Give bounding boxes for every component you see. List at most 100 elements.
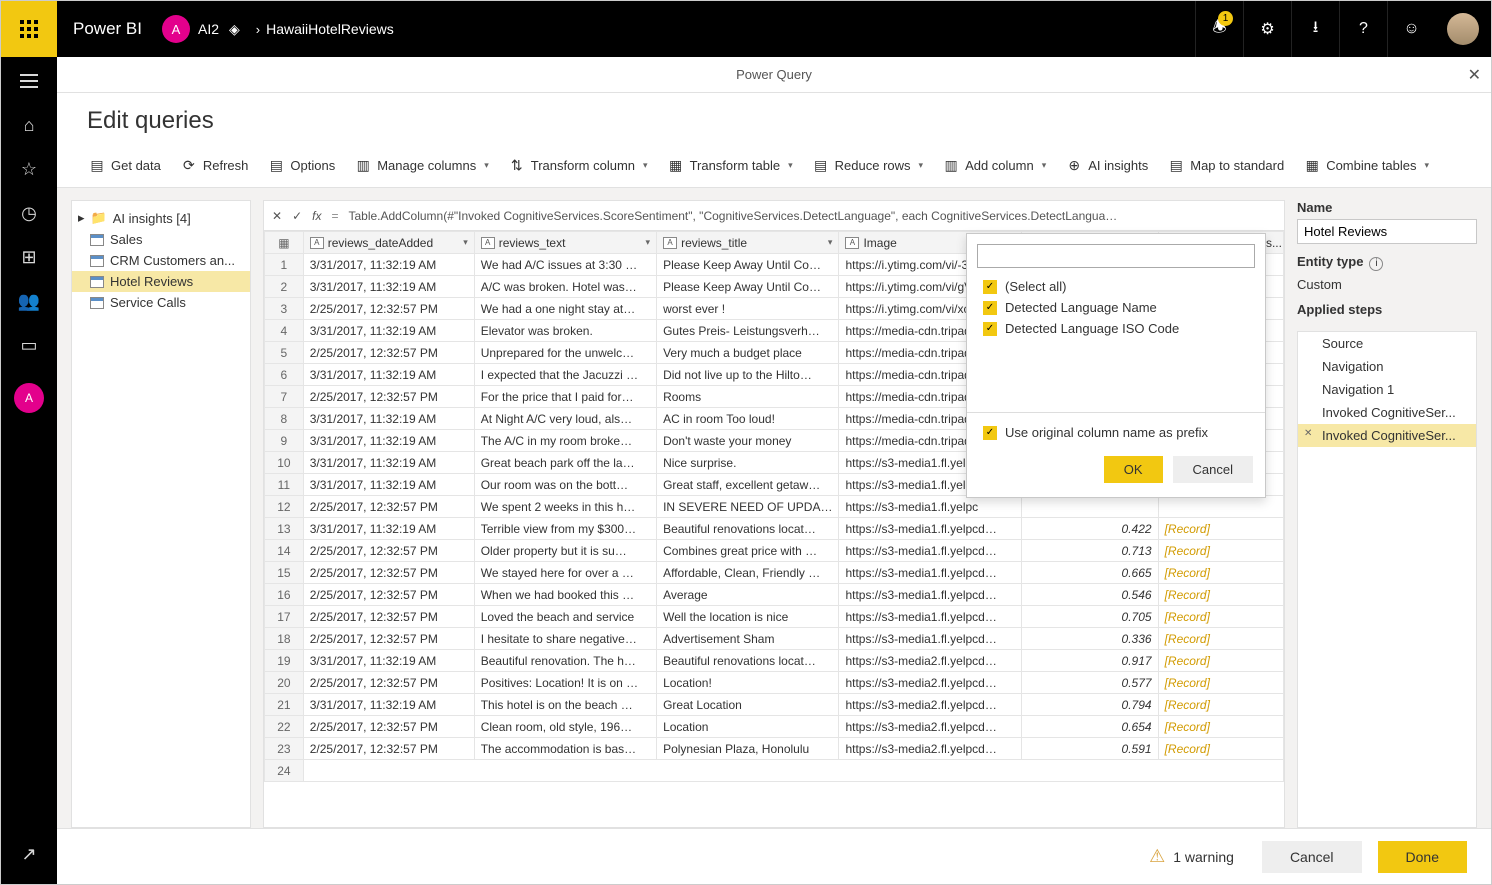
download-button[interactable]: ⭳ <box>1291 1 1339 57</box>
nav-recent[interactable]: ◷ <box>17 201 41 225</box>
table-icon <box>90 234 104 246</box>
table-row[interactable]: 213/31/2017, 11:32:19 AMThis hotel is on… <box>265 694 1284 716</box>
combine-icon: ▦ <box>1304 157 1320 173</box>
type-icon: A <box>663 237 677 249</box>
table-row[interactable]: 133/31/2017, 11:32:19 AMTerrible view fr… <box>265 518 1284 540</box>
main-area: Power Query ✕ Edit queries ▤Get data ⟳Re… <box>57 57 1491 884</box>
nav-menu[interactable] <box>17 69 41 93</box>
chevron-down-icon: ▾ <box>463 237 468 248</box>
chevron-down-icon: ▾ <box>828 237 833 248</box>
table-row[interactable]: 232/25/2017, 12:32:57 PMThe accommodatio… <box>265 738 1284 760</box>
applied-step[interactable]: Navigation 1 <box>1298 378 1476 401</box>
name-label: Name <box>1297 200 1477 215</box>
refresh-button[interactable]: ⟳Refresh <box>173 153 257 177</box>
applied-step[interactable]: Invoked CognitiveSer... <box>1298 401 1476 424</box>
folder-icon: 📁 <box>91 210 107 226</box>
brand: Power BI <box>73 19 142 39</box>
feedback-button[interactable]: ☺ <box>1387 1 1435 57</box>
query-item[interactable]: CRM Customers an... <box>72 250 250 271</box>
pq-title: Power Query <box>736 67 812 82</box>
help-button[interactable]: ? <box>1339 1 1387 57</box>
table-row[interactable]: 162/25/2017, 12:32:57 PMWhen we had book… <box>265 584 1284 606</box>
footer: ⚠1 warning Cancel Done <box>57 828 1491 884</box>
applied-step[interactable]: Invoked CognitiveSer... <box>1298 424 1476 447</box>
detected-language-name-option[interactable]: ✓Detected Language Name <box>983 297 1249 318</box>
footer-done-button[interactable]: Done <box>1378 841 1467 873</box>
chevron-down-icon: ▾ <box>484 160 489 171</box>
select-all-option[interactable]: ✓(Select all) <box>983 276 1249 297</box>
column-header[interactable]: Areviews_text▾ <box>474 232 656 254</box>
popup-cancel-button[interactable]: Cancel <box>1173 456 1253 483</box>
options-icon: ▤ <box>268 157 284 173</box>
popup-search-input[interactable] <box>977 244 1255 268</box>
chevron-down-icon: ▾ <box>646 237 651 248</box>
nav-shared[interactable]: 👥 <box>17 289 41 313</box>
add-column-button[interactable]: ▥Add column▾ <box>935 153 1054 177</box>
workspace-name[interactable]: AI2 <box>198 21 219 37</box>
use-prefix-option[interactable]: ✓Use original column name as prefix <box>967 419 1265 446</box>
profile-avatar[interactable] <box>1447 13 1479 45</box>
get-data-button[interactable]: ▤Get data <box>81 153 169 177</box>
query-item[interactable]: Hotel Reviews <box>72 271 250 292</box>
nav-home[interactable]: ⌂ <box>17 113 41 137</box>
popup-ok-button[interactable]: OK <box>1104 456 1163 483</box>
formula-text[interactable]: Table.AddColumn(#"Invoked CognitiveServi… <box>348 209 1276 223</box>
reduce-rows-button[interactable]: ▤Reduce rows▾ <box>805 153 931 177</box>
close-button[interactable]: ✕ <box>1468 65 1481 85</box>
table-row[interactable]: 172/25/2017, 12:32:57 PMLoved the beach … <box>265 606 1284 628</box>
gear-icon: ⚙ <box>1260 19 1274 39</box>
applied-step[interactable]: Navigation <box>1298 355 1476 378</box>
applied-step[interactable]: Source <box>1298 332 1476 355</box>
table-row[interactable]: 152/25/2017, 12:32:57 PMWe stayed here f… <box>265 562 1284 584</box>
queries-folder[interactable]: ▸ 📁 AI insights [4] <box>72 207 250 229</box>
options-button[interactable]: ▤Options <box>260 153 343 177</box>
table-row[interactable]: 182/25/2017, 12:32:57 PMI hesitate to sh… <box>265 628 1284 650</box>
column-header[interactable]: Areviews_dateAdded▾ <box>303 232 474 254</box>
ribbon: ▤Get data ⟳Refresh ▤Options ▥Manage colu… <box>57 143 1491 188</box>
ai-insights-button[interactable]: ⊕AI insights <box>1058 153 1156 177</box>
chevron-down-icon: ▾ <box>919 160 924 171</box>
table-row[interactable]: 222/25/2017, 12:32:57 PMClean room, old … <box>265 716 1284 738</box>
chevron-down-icon: ▾ <box>643 160 648 171</box>
transform-table-button[interactable]: ▦Transform table▾ <box>660 153 801 177</box>
ai-icon: ⊕ <box>1066 157 1082 173</box>
cancel-formula-icon[interactable]: ✕ <box>272 209 282 223</box>
detected-language-iso-option[interactable]: ✓Detected Language ISO Code <box>983 318 1249 339</box>
nav-workspaces[interactable]: ▭ <box>17 333 41 357</box>
transform-column-button[interactable]: ⇅Transform column▾ <box>501 153 656 177</box>
notifications-button[interactable]: 🕭 1 <box>1195 1 1243 57</box>
warning-indicator[interactable]: ⚠1 warning <box>1149 846 1234 867</box>
accept-formula-icon[interactable]: ✓ <box>292 209 302 223</box>
query-settings-panel: Name Entity type i Custom Applied steps … <box>1297 200 1477 828</box>
column-header[interactable]: Areviews_title▾ <box>657 232 839 254</box>
manage-columns-button[interactable]: ▥Manage columns▾ <box>347 153 497 177</box>
nav-expand[interactable]: ↗ <box>17 842 41 866</box>
notification-badge: 1 <box>1218 11 1233 26</box>
map-standard-button[interactable]: ▤Map to standard <box>1160 153 1292 177</box>
combine-tables-button[interactable]: ▦Combine tables▾ <box>1296 153 1437 177</box>
waffle-icon <box>20 20 38 38</box>
map-icon: ▤ <box>1168 157 1184 173</box>
query-name-input[interactable] <box>1297 219 1477 244</box>
table-row[interactable]: 122/25/2017, 12:32:57 PMWe spent 2 weeks… <box>265 496 1284 518</box>
table-row[interactable]: 202/25/2017, 12:32:57 PMPositives: Locat… <box>265 672 1284 694</box>
app-launcher[interactable] <box>1 1 57 57</box>
query-item[interactable]: Service Calls <box>72 292 250 313</box>
table-icon <box>90 297 104 309</box>
current-workspace-icon[interactable]: A <box>14 383 44 413</box>
chevron-down-icon: ▾ <box>1042 160 1047 171</box>
workspace-avatar[interactable]: A <box>162 15 190 43</box>
table-row[interactable]: 142/25/2017, 12:32:57 PMOlder property b… <box>265 540 1284 562</box>
settings-button[interactable]: ⚙ <box>1243 1 1291 57</box>
table-row[interactable]: 193/31/2017, 11:32:19 AMBeautiful renova… <box>265 650 1284 672</box>
applied-steps-list: SourceNavigationNavigation 1Invoked Cogn… <box>1297 331 1477 828</box>
fx-icon[interactable]: fx <box>312 209 321 223</box>
premium-icon: ◈ <box>229 21 240 38</box>
info-icon[interactable]: i <box>1369 257 1383 271</box>
nav-apps[interactable]: ⊞ <box>17 245 41 269</box>
corner-cell[interactable]: ▦ <box>265 232 304 254</box>
footer-cancel-button[interactable]: Cancel <box>1262 841 1362 873</box>
nav-favorites[interactable]: ☆ <box>17 157 41 181</box>
dataset-name[interactable]: HawaiiHotelReviews <box>266 21 394 37</box>
query-item[interactable]: Sales <box>72 229 250 250</box>
